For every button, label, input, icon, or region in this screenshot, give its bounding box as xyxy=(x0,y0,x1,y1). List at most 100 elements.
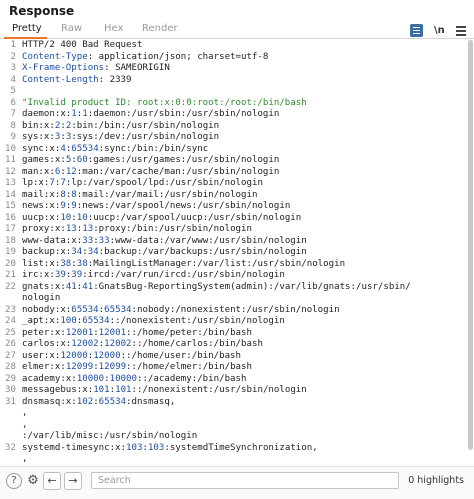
text-token: ::/home/peter:/bin/bash xyxy=(126,327,252,338)
response-line: nologin xyxy=(0,293,474,305)
line-content: daemon:x:1:1:daemon:/usr/sbin:/usr/sbin/… xyxy=(22,109,279,121)
line-content: irc:x:39:39:ircd:/var/run/ircd:/usr/sbin… xyxy=(22,270,285,282)
settings-gear-icon[interactable]: ⚙ xyxy=(25,473,41,489)
show-newlines-button[interactable]: \n xyxy=(434,24,445,37)
line-number: 22 xyxy=(5,281,16,292)
text-token: :MailingListManager:/var/list:/usr/sbin/… xyxy=(87,258,346,269)
response-line: , xyxy=(0,408,474,420)
line-content: "Invalid product ID: root:x:0:0:root:/ro… xyxy=(22,98,307,110)
line-content: lp:x:7:7:lp:/var/spool/lpd:/usr/sbin/nol… xyxy=(22,178,263,190)
highlight-count: 0 highlights xyxy=(408,475,464,486)
line-number: 17 xyxy=(5,224,16,234)
text-token: : 2339 xyxy=(98,74,132,85)
text-token: elmer:x: xyxy=(22,362,66,372)
active-tab-indicator xyxy=(4,37,47,39)
text-token: user:x: xyxy=(22,350,61,361)
list-view-icon[interactable] xyxy=(410,24,423,37)
tab-pretty[interactable]: Pretty xyxy=(12,23,42,34)
string-token: "Invalid product ID: root:x:0:0:root:/ro… xyxy=(22,97,307,108)
highlighted-token: Content-Length xyxy=(22,74,99,85)
line-content: Content-Length: 2339 xyxy=(22,75,132,87)
response-line: 24 _apt:x:100:65534::/nonexistent:/usr/sb… xyxy=(0,316,474,328)
highlighted-token: 33 xyxy=(98,235,110,246)
text-token: :uucp:/var/spool/uucp:/usr/sbin/nologin xyxy=(87,212,302,223)
tab-raw[interactable]: Raw xyxy=(61,23,82,34)
text-token: list:x: xyxy=(22,258,61,269)
tab-render[interactable]: Render xyxy=(142,23,178,34)
highlighted-token: 10000 xyxy=(109,373,137,384)
text-token: ::/home/carlos:/bin/bash xyxy=(131,339,263,349)
response-line: 29 academy:x:10000:10000::/academy:/bin/b… xyxy=(0,374,474,386)
text-token: dnsmasq:x: xyxy=(22,396,77,407)
line-number: 9 xyxy=(10,132,16,142)
highlighted-token: 103 xyxy=(147,442,165,453)
line-number: 23 xyxy=(5,304,16,315)
text-token: :systemdTimeSynchronization, xyxy=(164,442,318,453)
response-line: 17 proxy:x:13:13:proxy:/bin:/usr/sbin/nol… xyxy=(0,224,474,236)
text-token: :mail:/var/mail:/usr/sbin/nologin xyxy=(76,189,258,200)
line-number: 21 xyxy=(5,270,16,280)
next-match-button[interactable]: → xyxy=(64,472,82,490)
previous-match-button[interactable]: ← xyxy=(43,472,61,490)
help-icon[interactable]: ? xyxy=(6,473,22,489)
response-line: 6 "Invalid product ID: root:x:0:0:root:/r… xyxy=(0,98,474,110)
response-panel-header: Response xyxy=(0,0,474,22)
line-content: systemd-timesync:x:103:103:systemdTimeSy… xyxy=(22,443,318,455)
text-token: :sync:/bin:/bin/sync xyxy=(98,143,209,154)
response-line: 16 uucp:x:10:10:uucp:/var/spool/uucp:/usr… xyxy=(0,213,474,225)
text-token: games:x: xyxy=(22,155,66,165)
hamburger-menu-icon[interactable] xyxy=(456,24,466,37)
highlighted-token: 10000 xyxy=(76,373,105,384)
text-token: HTTP/2 400 Bad Request xyxy=(22,40,143,50)
text-token: peter:x: xyxy=(22,327,66,338)
highlighted-token: 41 xyxy=(82,281,94,292)
response-line: 1 HTTP/2 400 Bad Request xyxy=(0,40,474,52)
text-token: :/var/lib/misc:/usr/sbin/nologin xyxy=(22,431,198,441)
search-input[interactable] xyxy=(91,472,399,489)
text-token: lp:x: xyxy=(22,178,50,188)
response-editor[interactable]: 1 HTTP/2 400 Bad Request 2 Content-Type: ap… xyxy=(0,40,474,464)
highlighted-token: 38 xyxy=(76,258,88,269)
response-line: 14 mail:x:8:8:mail:/var/mail:/usr/sbin/no… xyxy=(0,190,474,202)
text-token: proxy:x: xyxy=(22,224,66,234)
line-content: carlos:x:12002:12002::/home/carlos:/bin/… xyxy=(22,339,263,351)
tab-hex[interactable]: Hex xyxy=(104,23,123,34)
line-content: HTTP/2 400 Bad Request xyxy=(22,40,142,52)
text-token: uucp:x: xyxy=(22,212,61,223)
text-token: nologin xyxy=(22,293,61,303)
highlighted-token: 100 xyxy=(60,316,77,326)
line-number: 15 xyxy=(5,201,16,211)
scrollbar-thumb[interactable] xyxy=(468,40,473,450)
line-number: 32 xyxy=(5,442,16,453)
text-token: :news:/var/spool/news:/usr/sbin/nologin xyxy=(76,201,291,211)
line-content: mail:x:8:8:mail:/var/mail:/usr/sbin/nolo… xyxy=(22,190,257,202)
line-content: man:x:6:12:man:/var/cache/man:/usr/sbin/… xyxy=(22,167,279,179)
text-token: :www-data:/var/www:/usr/sbin/nologin xyxy=(109,235,307,246)
line-content: academy:x:10000:10000::/academy:/bin/bas… xyxy=(22,374,246,386)
highlighted-token: 12001 xyxy=(65,327,94,338)
response-line: :/var/lib/misc:/usr/sbin/nologin xyxy=(0,431,474,443)
line-content: www-data:x:33:33:www-data:/var/www:/usr/… xyxy=(22,236,307,248)
line-number: 5 xyxy=(10,86,16,96)
highlighted-token: 34 xyxy=(87,247,99,257)
line-content: uucp:x:10:10:uucp:/var/spool/uucp:/usr/s… xyxy=(22,213,301,225)
text-token: , xyxy=(22,408,28,418)
highlighted-token: 12000 xyxy=(93,350,121,361)
line-number: 24 xyxy=(5,316,16,326)
highlighted-token: 65534 xyxy=(104,304,132,315)
line-content: Content-Type: application/json; charset=… xyxy=(22,52,268,64)
highlighted-token: 10 xyxy=(60,212,72,223)
line-content: news:x:9:9:news:/var/spool/news:/usr/sbi… xyxy=(22,201,290,213)
line-number: 14 xyxy=(5,189,16,200)
response-line: 18 www-data:x:33:33:www-data:/var/www:/us… xyxy=(0,236,474,248)
line-content: _apt:x:100:65534::/nonexistent:/usr/sbin… xyxy=(22,316,285,328)
response-line: 26 carlos:x:12002:12002::/home/carlos:/bi… xyxy=(0,339,474,351)
line-content: list:x:38:38:MailingListManager:/var/lis… xyxy=(22,259,345,271)
line-content: user:x:12000:12000::/home/user:/bin/bash xyxy=(22,351,241,363)
response-line: 22 gnats:x:41:41:GnatsBug-ReportingSystem… xyxy=(0,282,474,294)
text-token: daemon:x: xyxy=(22,109,72,119)
line-number: 13 xyxy=(5,178,16,188)
editor-scrollbar[interactable] xyxy=(468,40,473,464)
highlighted-token: 12099 xyxy=(98,362,127,372)
line-number: 7 xyxy=(10,109,16,119)
